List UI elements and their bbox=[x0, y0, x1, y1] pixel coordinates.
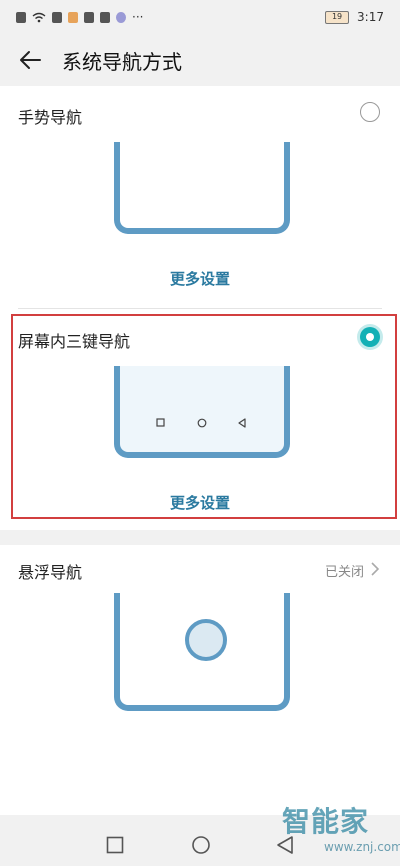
floating-nav-label: 悬浮导航 bbox=[18, 563, 83, 582]
battery-icon: 19 bbox=[325, 10, 350, 24]
page-title: 系统导航方式 bbox=[62, 49, 182, 74]
status-icons: ··· bbox=[16, 10, 143, 24]
app-round-icon bbox=[116, 11, 126, 23]
watermark-text: 智能家 bbox=[282, 805, 370, 838]
message-icon bbox=[100, 11, 110, 23]
gesture-nav-radio[interactable] bbox=[360, 102, 380, 122]
status-bar: ··· 19 3:17 bbox=[0, 0, 400, 34]
divider bbox=[18, 308, 382, 309]
clock: 3:17 bbox=[357, 10, 384, 24]
notification-icon bbox=[16, 11, 26, 23]
app-notification-icon bbox=[68, 11, 78, 23]
gesture-nav-illustration bbox=[114, 142, 290, 234]
sim-icon bbox=[52, 11, 62, 23]
floating-nav-option[interactable]: 悬浮导航 已关闭 bbox=[0, 545, 400, 815]
selection-highlight-box bbox=[11, 314, 397, 519]
floating-ball-icon bbox=[185, 619, 227, 661]
watermark-logo: 智能家 www.znj.com bbox=[276, 800, 400, 860]
floating-nav-status: 已关闭 bbox=[324, 565, 364, 580]
watermark-url: www.znj.com bbox=[324, 840, 400, 854]
gesture-more-settings-link[interactable]: 更多设置 bbox=[0, 268, 400, 289]
calendar-icon bbox=[84, 11, 94, 23]
gesture-nav-option[interactable]: 手势导航 更多设置 bbox=[0, 86, 400, 310]
home-button[interactable] bbox=[191, 835, 211, 855]
more-notifications: ··· bbox=[132, 10, 144, 24]
header: 系统导航方式 bbox=[0, 34, 400, 86]
gesture-nav-label: 手势导航 bbox=[18, 108, 83, 127]
recent-apps-button[interactable] bbox=[106, 836, 124, 854]
back-button[interactable] bbox=[18, 47, 44, 73]
floating-nav-illustration bbox=[114, 593, 290, 711]
back-arrow-icon bbox=[20, 51, 41, 69]
wifi-icon bbox=[32, 12, 46, 22]
chevron-right-icon bbox=[371, 562, 380, 576]
